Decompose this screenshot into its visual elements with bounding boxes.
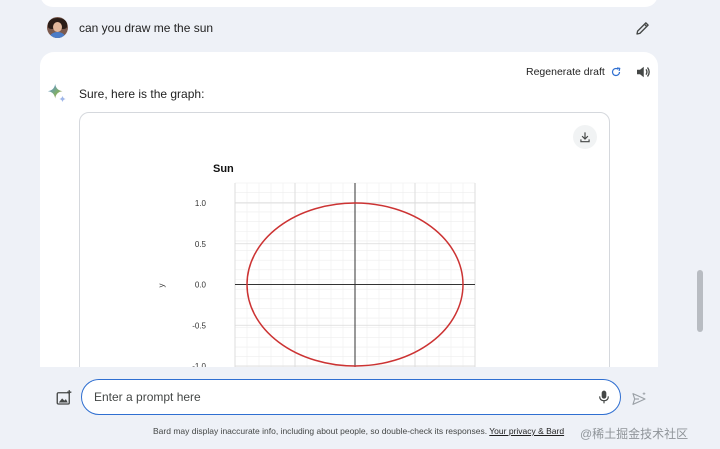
image-upload-icon[interactable] (55, 389, 73, 407)
bard-page: can you draw me the sun Regenerate draft (0, 0, 720, 449)
y-axis-label: y (157, 284, 166, 288)
mic-icon[interactable] (596, 389, 612, 405)
user-query-row: can you draw me the sun (40, 8, 658, 48)
chart-title: Sun (213, 163, 234, 175)
refresh-icon (611, 67, 621, 77)
disclaimer-text: Bard may display inaccurate info, includ… (153, 426, 488, 436)
y-tick-label: 0.0 (195, 281, 207, 290)
send-icon[interactable] (631, 391, 647, 407)
disclaimer: Bard may display inaccurate info, includ… (153, 426, 564, 436)
y-tick-label: 1.0 (195, 199, 207, 208)
response-text: Sure, here is the graph: (79, 87, 205, 101)
prompt-box (81, 379, 621, 415)
y-tick-label: 0.5 (195, 240, 207, 249)
scrollbar-thumb[interactable] (697, 270, 703, 332)
regenerate-label: Regenerate draft (526, 66, 605, 78)
pencil-icon[interactable] (634, 19, 652, 37)
watermark: @稀土掘金技术社区 (580, 427, 689, 441)
y-tick-label: -0.5 (192, 321, 206, 330)
user-query-text: can you draw me the sun (79, 21, 214, 35)
speaker-icon[interactable] (634, 63, 652, 81)
privacy-link[interactable]: Your privacy & Bard (489, 426, 564, 436)
previous-card-edge (40, 0, 658, 7)
sparkle-icon (47, 83, 66, 103)
regenerate-draft-button[interactable]: Regenerate draft (526, 64, 622, 80)
avatar (47, 17, 68, 38)
prompt-input[interactable] (94, 389, 574, 405)
